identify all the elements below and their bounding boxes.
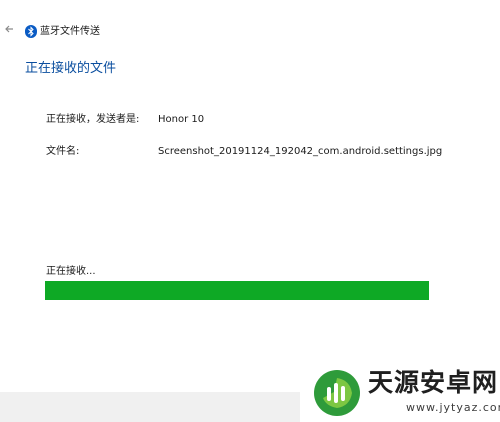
back-arrow-icon[interactable] <box>2 21 18 37</box>
watermark-url: www.jytyaz.com <box>406 401 500 414</box>
bluetooth-icon <box>25 25 37 38</box>
watermark: 天源安卓网 www.jytyaz.com <box>300 360 500 422</box>
watermark-name: 天源安卓网 <box>368 368 499 397</box>
progress-fill <box>45 281 429 300</box>
filename-value: Screenshot_20191124_192042_com.android.s… <box>158 146 443 157</box>
sender-value: Honor 10 <box>158 114 205 125</box>
filename-label: 文件名: <box>46 146 80 157</box>
page-title: 正在接收的文件 <box>25 61 117 76</box>
window-title: 蓝牙文件传送 <box>40 26 100 37</box>
sender-label: 正在接收，发送者是: <box>46 114 140 125</box>
watermark-logo-icon <box>314 370 360 416</box>
title-bar: 蓝牙文件传送 <box>0 0 500 40</box>
receive-status: 正在接收... <box>46 266 96 277</box>
progress-bar <box>45 281 429 300</box>
